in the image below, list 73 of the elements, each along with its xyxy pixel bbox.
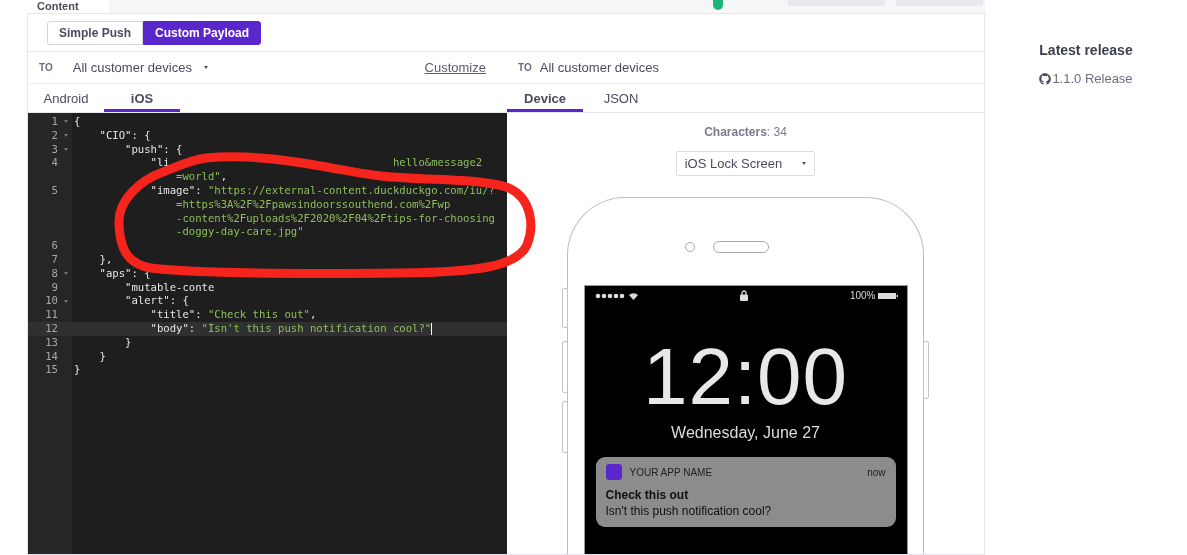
- lock-screen-time: 12:00: [642, 337, 849, 417]
- code-text: hello&message2: [392, 156, 483, 171]
- line-number: 8: [51, 266, 58, 279]
- line-number: 7: [51, 252, 58, 265]
- code-text: ,: [220, 170, 228, 184]
- line-number: 4: [51, 156, 58, 169]
- line-number: 9: [51, 280, 58, 293]
- fold-arrow-icon[interactable]: [64, 120, 68, 124]
- code-text: }: [124, 335, 132, 350]
- app-icon: [605, 464, 622, 480]
- preview-tab[interactable]: JSON: [583, 84, 659, 112]
- code-text: ,: [310, 308, 317, 322]
- platform-tab[interactable]: Android: [28, 84, 104, 112]
- character-count: Characters: 34: [704, 125, 787, 139]
- code-text: {: [74, 115, 81, 129]
- to-label: TO: [39, 62, 53, 73]
- caret-icon: [802, 162, 807, 165]
- notification-body: Isn't this push notification cool?: [605, 504, 773, 518]
- line-number: 13: [45, 335, 58, 348]
- release-link[interactable]: 1.1.0 Release: [1039, 71, 1133, 86]
- line-number: 12: [45, 321, 58, 334]
- customize-link[interactable]: Customize: [424, 60, 486, 75]
- battery-icon: [875, 292, 898, 299]
- recipients-value: All customer devices: [539, 60, 659, 75]
- line-number: 5: [51, 184, 58, 196]
- fold-arrow-icon[interactable]: [64, 148, 68, 151]
- code-text: "https://external-content.duckduckgo.com/iu/?: [207, 184, 495, 198]
- notification-title: Check this out: [605, 488, 690, 502]
- code-text: },: [98, 252, 113, 267]
- preview-tab[interactable]: Device: [507, 84, 583, 112]
- code-text: "Check this out": [207, 308, 310, 322]
- lock-icon: [740, 290, 749, 301]
- code-text: =world": [175, 170, 221, 184]
- code-text: -content%2Fuploads%2F2020%2F04%2Ftips-for-choosing: [175, 211, 495, 226]
- notification-time: now: [867, 466, 886, 478]
- line-number: 6: [51, 239, 58, 252]
- code-text: }: [74, 363, 81, 378]
- line-number: 2: [51, 128, 58, 141]
- line-number: 14: [45, 349, 58, 362]
- app-name: YOUR APP NAME: [629, 466, 714, 478]
- code-editor[interactable]: [28, 113, 507, 554]
- line-number: 11: [45, 308, 58, 321]
- code-text: "li: [149, 156, 170, 171]
- line-number: 10: [45, 294, 58, 307]
- fold-arrow-icon[interactable]: [64, 272, 68, 276]
- sidebar-title: Latest release: [1039, 42, 1133, 58]
- code-text: "mutable-conte: [124, 280, 215, 295]
- battery-percent: 100%: [849, 290, 876, 301]
- code-text: "push": {: [124, 142, 183, 157]
- code-text: }: [98, 349, 106, 364]
- caret-icon: [203, 66, 208, 69]
- line-number: 15: [45, 363, 58, 376]
- code-text: "alert": {: [124, 294, 189, 309]
- code-text: "CIO": {: [98, 128, 151, 143]
- fold-arrow-icon[interactable]: [64, 134, 68, 138]
- lock-screen-date: Wednesday, June 27: [671, 424, 820, 442]
- to-label: TO: [518, 62, 532, 73]
- code-text: -doggy-day-care.jpg": [175, 225, 304, 240]
- recipients-dropdown[interactable]: All customer devices: [72, 60, 192, 75]
- github-icon: [1039, 72, 1052, 85]
- code-text: "image":: [149, 184, 203, 198]
- fold-arrow-icon[interactable]: [64, 299, 68, 303]
- mode-toggle-button[interactable]: Simple Push: [47, 21, 144, 45]
- code-text: "Isn't this push notification cool?": [201, 321, 432, 336]
- content-tab[interactable]: Content: [27, 0, 109, 13]
- mode-toggle-button[interactable]: Custom Payload: [143, 21, 262, 45]
- code-text: =https%3A%2F%2Fpawsindoorssouthend.com%2Fwp: [175, 197, 451, 212]
- code-text: "body":: [149, 321, 197, 336]
- line-number: 3: [51, 142, 58, 155]
- screen-select[interactable]: iOS Lock Screen: [676, 151, 815, 176]
- line-number: 1: [51, 115, 58, 127]
- signal-dots-icon: [594, 291, 639, 300]
- code-text: "title":: [149, 308, 203, 322]
